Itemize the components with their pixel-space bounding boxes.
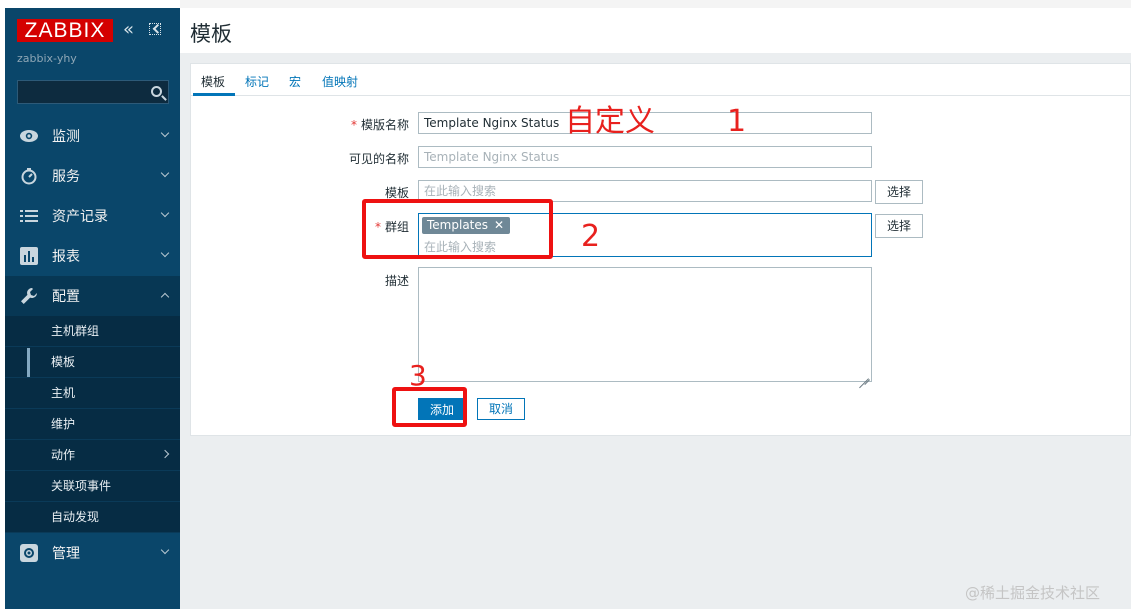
groups-select-button[interactable]: 选择 [875, 214, 923, 238]
list-icon [19, 206, 39, 226]
tab-macros[interactable]: 宏 [289, 73, 301, 90]
submenu-label: 动作 [51, 448, 76, 462]
submenu-item-hosts[interactable]: 主机 [5, 378, 180, 409]
server-name: zabbix-yhy [17, 52, 77, 65]
zabbix-logo[interactable]: ZABBIX [17, 19, 113, 42]
chevron-up-icon [160, 292, 170, 302]
chevron-down-icon [160, 168, 170, 178]
annotation-box-add [392, 387, 467, 427]
tab-value-mapping[interactable]: 值映射 [322, 73, 358, 90]
submenu-item-event-correlation[interactable]: 关联项事件 [5, 471, 180, 502]
page-title: 模板 [190, 22, 232, 46]
configuration-submenu: 主机群组 模板 主机 维护 动作 关联项事件 自动发现 [5, 316, 180, 533]
templates-select-button[interactable]: 选择 [875, 180, 923, 204]
menu-label: 报表 [52, 249, 80, 265]
template-form-panel: 模板 标记 宏 值映射 * 模版名称 Template Nginx Status … [190, 63, 1131, 436]
chevron-down-icon [160, 545, 170, 555]
kiosk-mode-icon[interactable] [149, 23, 161, 35]
wrench-icon [19, 286, 39, 306]
tab-template[interactable]: 模板 [201, 73, 225, 90]
resize-handle-icon[interactable] [859, 369, 869, 379]
submenu-item-templates[interactable]: 模板 [5, 347, 180, 378]
watermark: @稀土掘金技术社区 [965, 584, 1101, 602]
chevron-down-icon [160, 208, 170, 218]
annotation-number-1: 1 [727, 104, 747, 139]
submenu-item-discovery[interactable]: 自动发现 [5, 502, 180, 533]
sidebar: ZABBIX « zabbix-yhy 监测 服务 资产记录 报表 配置 主机群… [5, 8, 180, 609]
menu-label: 管理 [52, 546, 80, 562]
menu-item-reports[interactable]: 报表 [5, 236, 180, 276]
visible-name-input[interactable]: Template Nginx Status [418, 146, 872, 168]
description-label: 描述 [384, 274, 409, 288]
annotation-number-2: 2 [581, 219, 601, 254]
menu-item-administration[interactable]: 管理 [5, 533, 180, 573]
menu-item-inventory[interactable]: 资产记录 [5, 196, 180, 236]
chevron-right-icon [160, 449, 170, 459]
menu-label: 服务 [52, 169, 80, 185]
chevron-down-icon [160, 128, 170, 138]
bar-chart-icon [19, 246, 39, 266]
template-name-label: * 模版名称 [350, 118, 409, 132]
tab-bar: 模板 标记 宏 值映射 [191, 64, 1131, 96]
active-tab-indicator [193, 93, 235, 96]
menu-item-configuration[interactable]: 配置 [5, 276, 180, 316]
menu-item-monitoring[interactable]: 监测 [5, 116, 180, 156]
top-strip [180, 0, 1131, 8]
menu-item-services[interactable]: 服务 [5, 156, 180, 196]
collapse-sidebar-icon[interactable]: « [123, 21, 134, 39]
eye-icon [19, 126, 39, 146]
description-textarea[interactable] [418, 267, 872, 382]
main-menu: 监测 服务 资产记录 报表 配置 主机群组 模板 主机 维护 动作 关联项事件 … [5, 116, 180, 573]
search-icon[interactable] [151, 86, 162, 97]
annotation-custom-text: 自定义 [565, 104, 655, 139]
submenu-item-host-groups[interactable]: 主机群组 [5, 316, 180, 347]
gear-icon [19, 543, 39, 563]
menu-label: 资产记录 [52, 209, 108, 225]
menu-label: 监测 [52, 129, 80, 145]
chevron-down-icon [160, 248, 170, 258]
sidebar-search-input[interactable] [17, 80, 169, 104]
submenu-item-actions[interactable]: 动作 [5, 440, 180, 471]
visible-name-label: 可见的名称 [348, 152, 409, 166]
menu-label: 配置 [52, 289, 80, 305]
tab-tags[interactable]: 标记 [245, 73, 269, 90]
stopwatch-icon [19, 166, 39, 186]
cancel-button[interactable]: 取消 [477, 398, 525, 420]
submenu-item-maintenance[interactable]: 维护 [5, 409, 180, 440]
annotation-box-groups [362, 199, 553, 259]
